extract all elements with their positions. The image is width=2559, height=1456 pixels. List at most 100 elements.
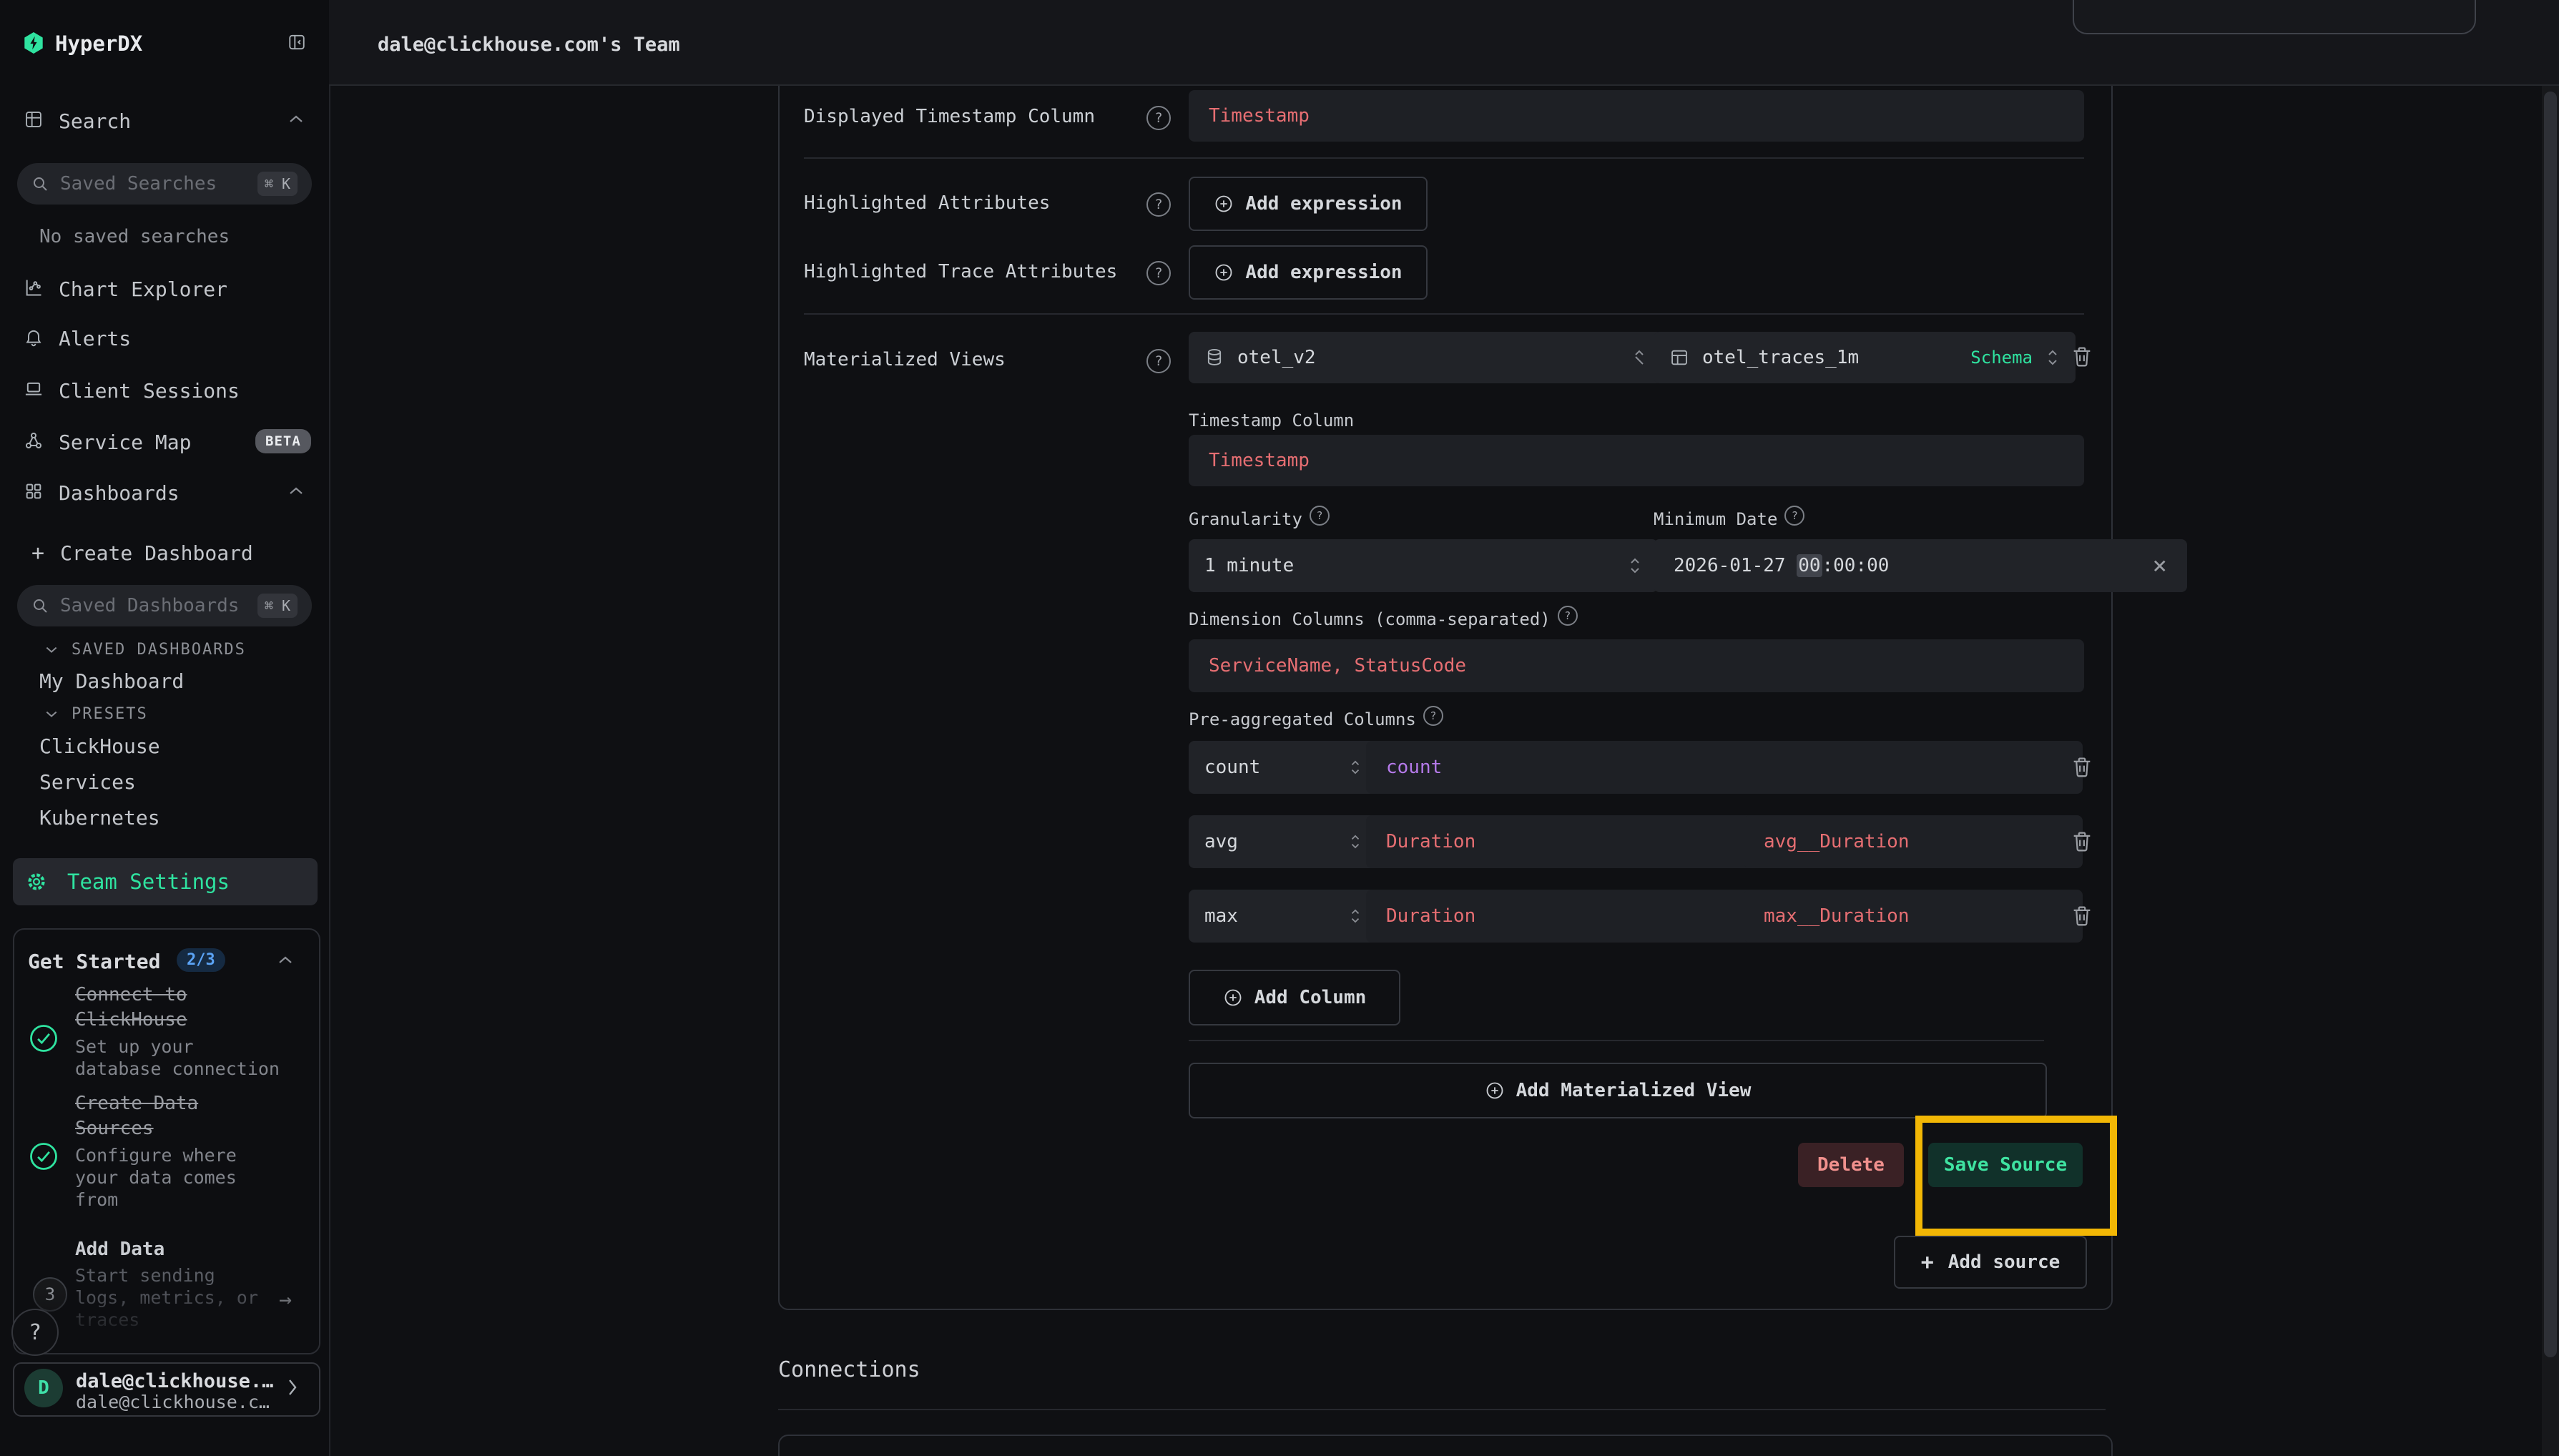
clear-date-icon[interactable]: ×	[2153, 551, 2167, 580]
highlighted-trace-attributes-label: Highlighted Trace Attributes	[804, 261, 1117, 282]
preagg-alias-input[interactable]: avg__Duration	[1744, 815, 2083, 868]
preagg-expression-input[interactable]: Duration	[1366, 815, 1761, 868]
info-icon[interactable]: ?	[1310, 506, 1330, 526]
minimum-date-input[interactable]: 2026-01-27 00:00:00 ×	[1654, 539, 2187, 592]
delete-preagg-row-button[interactable]	[2070, 902, 2094, 928]
plus-circle-icon	[1223, 988, 1243, 1008]
info-icon[interactable]: ?	[1558, 606, 1578, 626]
preaggregated-label: Pre-aggregated Columns	[1189, 709, 1416, 729]
help-icon[interactable]: ?	[1146, 261, 1171, 285]
sidebar-item-clickhouse[interactable]: ClickHouse	[39, 734, 160, 758]
collapse-sidebar-icon[interactable]	[288, 33, 306, 51]
chevron-up-icon[interactable]	[288, 113, 305, 124]
sidebar-item-dashboards[interactable]: Dashboards	[59, 481, 180, 505]
sidebar-item-chart-explorer[interactable]: Chart Explorer	[59, 277, 227, 301]
sidebar-item-alerts[interactable]: Alerts	[59, 327, 131, 350]
sidebar-item-search[interactable]: Search	[59, 109, 131, 133]
materialized-views-label: Materialized Views	[804, 349, 1006, 370]
presets-group[interactable]: PRESETS	[44, 705, 148, 723]
step-title[interactable]: Connect to ClickHouse	[75, 983, 286, 1033]
sidebar-item-kubernetes[interactable]: Kubernetes	[39, 806, 160, 830]
sidebar-item-my-dashboard[interactable]: My Dashboard	[39, 669, 184, 693]
select-carets-icon	[1349, 831, 1362, 852]
hyperdx-logo-icon[interactable]	[24, 32, 44, 54]
divider	[778, 1409, 2106, 1410]
sidebar: HyperDX Search Saved Searches ⌘ K No sav…	[0, 0, 330, 1456]
add-column-button[interactable]: Add Column	[1189, 970, 1400, 1025]
preagg-fn-select[interactable]: avg	[1189, 815, 1377, 868]
chevron-up-icon[interactable]	[277, 954, 294, 965]
gear-icon	[26, 871, 47, 892]
plus-icon: +	[31, 541, 44, 566]
preagg-expression-input[interactable]: count	[1366, 741, 2083, 794]
save-source-button[interactable]: Save Source	[1928, 1143, 2083, 1187]
app-root: Displayed Timestamp Column ? Timestamp H…	[0, 0, 2559, 1456]
saved-dashboards-input[interactable]: Saved Dashboards ⌘ K	[17, 585, 312, 626]
mv-database-select[interactable]: otel_v2	[1189, 332, 1662, 383]
granularity-label: Granularity	[1189, 509, 1302, 529]
saved-searches-placeholder: Saved Searches	[60, 173, 217, 195]
delete-source-button[interactable]: Delete	[1798, 1143, 1904, 1187]
plus-circle-icon	[1485, 1081, 1505, 1101]
delete-preagg-row-button[interactable]	[2070, 754, 2094, 779]
select-carets-icon	[1349, 757, 1362, 778]
connections-panel	[778, 1435, 2113, 1456]
delete-mv-button[interactable]	[2070, 343, 2094, 369]
add-trace-expression-button[interactable]: Add expression	[1189, 245, 1428, 300]
help-icon[interactable]: ?	[1146, 192, 1171, 217]
chevron-right-icon	[286, 1377, 299, 1397]
plus-circle-icon	[1214, 262, 1234, 282]
preagg-alias-input[interactable]: max__Duration	[1744, 890, 2083, 943]
chevron-up-icon[interactable]	[288, 485, 305, 496]
user-email: dale@clickhouse.c…	[76, 1392, 270, 1412]
help-icon[interactable]: ?	[1146, 349, 1171, 373]
step-description: Configure where your data comes from	[75, 1144, 286, 1211]
minimum-date-label-row: Minimum Date ?	[1654, 509, 1804, 529]
sidebar-item-team-settings[interactable]: Team Settings	[13, 858, 318, 905]
add-materialized-view-button[interactable]: Add Materialized View	[1189, 1063, 2047, 1118]
mv-table-select[interactable]: otel_traces_1m Schema	[1654, 332, 2076, 383]
trash-icon	[2070, 343, 2094, 369]
schema-link[interactable]: Schema	[1970, 348, 2033, 368]
info-icon[interactable]: ?	[1784, 506, 1804, 526]
shortcut-badge: ⌘ K	[257, 594, 298, 618]
dimension-columns-input[interactable]: ServiceName, StatusCode	[1189, 639, 2084, 692]
progress-badge: 2/3	[177, 948, 225, 972]
search-section-icon	[24, 109, 44, 129]
connections-heading: Connections	[778, 1357, 920, 1382]
top-right-pill	[2073, 0, 2476, 34]
scrollbar-thumb[interactable]	[2544, 92, 2557, 1357]
sidebar-item-services[interactable]: Services	[39, 770, 136, 794]
trash-icon	[2070, 828, 2094, 854]
dimension-columns-label: Dimension Columns (comma-separated)	[1189, 609, 1551, 629]
sidebar-item-service-map[interactable]: Service Map	[59, 431, 191, 454]
displayed-timestamp-input[interactable]: Timestamp	[1189, 90, 2084, 142]
preagg-fn-select[interactable]: count	[1189, 741, 1377, 794]
app-title[interactable]: HyperDX	[55, 31, 142, 56]
step-title[interactable]: Create Data Sources	[75, 1091, 286, 1141]
user-name: dale@clickhouse.…	[76, 1370, 273, 1392]
help-icon[interactable]: ?	[1146, 106, 1171, 130]
preagg-fn-select[interactable]: max	[1189, 890, 1377, 943]
add-expression-button[interactable]: Add expression	[1189, 177, 1428, 231]
preagg-expression-input[interactable]: Duration	[1366, 890, 1761, 943]
check-circle-icon	[29, 1141, 59, 1171]
chevron-down-icon	[44, 709, 59, 719]
create-dashboard-button[interactable]: + Create Dashboard	[31, 541, 253, 566]
info-icon[interactable]: ?	[1423, 706, 1443, 726]
select-carets-icon	[1632, 346, 1646, 369]
saved-searches-input[interactable]: Saved Searches ⌘ K	[17, 163, 312, 205]
arrow-right-icon[interactable]: →	[279, 1287, 292, 1312]
granularity-select[interactable]: 1 minute	[1189, 539, 1658, 592]
step-title[interactable]: Add Data	[75, 1237, 286, 1262]
beta-badge: BETA	[255, 429, 311, 453]
help-button[interactable]: ?	[11, 1309, 59, 1356]
divider	[804, 157, 2084, 159]
search-icon	[31, 597, 49, 614]
mv-timestamp-column-input[interactable]: Timestamp	[1189, 435, 2084, 486]
add-source-button[interactable]: + Add source	[1894, 1236, 2087, 1289]
step-description: Set up your database connection	[75, 1036, 286, 1080]
saved-dashboards-group[interactable]: SAVED DASHBOARDS	[44, 641, 246, 659]
delete-preagg-row-button[interactable]	[2070, 828, 2094, 854]
sidebar-item-client-sessions[interactable]: Client Sessions	[59, 379, 240, 403]
